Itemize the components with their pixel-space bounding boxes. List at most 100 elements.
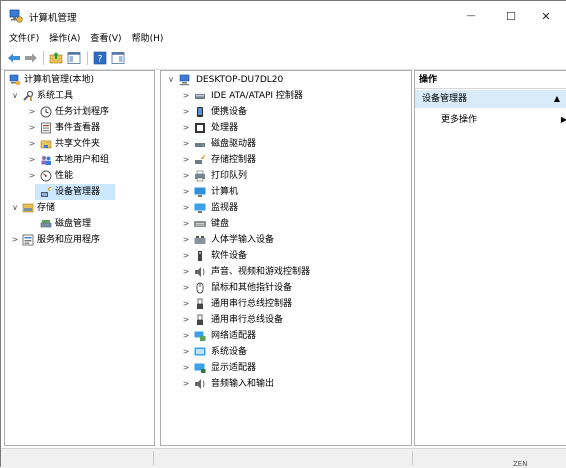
device-category[interactable]: > 音频输入和输出 [163, 376, 411, 392]
chevron-right-icon[interactable]: > [181, 232, 191, 248]
speaker-icon [195, 267, 205, 277]
chevron-down-icon[interactable]: ∨ [10, 200, 20, 216]
computer-management-icon [9, 9, 23, 23]
chevron-right-icon[interactable]: > [181, 312, 191, 328]
chevron-down-icon[interactable]: ∨ [166, 72, 176, 88]
chevron-right-icon[interactable]: > [181, 264, 191, 280]
minimize-button[interactable]: — [451, 1, 491, 31]
device-category[interactable]: > 磁盘驱动器 [163, 136, 411, 152]
computer-icon [179, 74, 190, 86]
maximize-button[interactable]: ☐ [491, 1, 531, 31]
device-category[interactable]: > 软件设备 [163, 248, 411, 264]
device-category[interactable]: > 显示适配器 [163, 360, 411, 376]
close-button[interactable]: ✕ [526, 1, 566, 31]
device-category[interactable]: > 便携设备 [163, 104, 411, 120]
device-category[interactable]: > 声音、视频和游戏控制器 [163, 264, 411, 280]
computer-management-window: 计算机管理 — ☐ ✕ 文件(F) 操作(A) 查看(V) 帮助(H) ? 计算… [0, 0, 566, 468]
window-title: 计算机管理 [29, 13, 77, 24]
monitor-icon [194, 203, 206, 213]
chevron-right-icon[interactable]: > [181, 360, 191, 376]
printer-icon [195, 170, 205, 182]
menu-help[interactable]: 帮助(H) [127, 31, 169, 47]
event-viewer-icon [41, 122, 51, 134]
chevron-right-icon[interactable]: > [27, 136, 37, 152]
tree-node-system-tools[interactable]: ∨ 系统工具 [7, 88, 153, 104]
chevron-right-icon[interactable]: > [181, 184, 191, 200]
tree-node-task-scheduler[interactable]: > 任务计划程序 [7, 104, 153, 120]
show-hide-action-pane-icon[interactable] [111, 51, 125, 65]
tree-node-storage[interactable]: ∨ 存储 [7, 200, 153, 216]
users-icon [41, 156, 51, 165]
actions-section-device-manager[interactable]: 设备管理器 ▲ [415, 90, 566, 108]
actions-header: 操作 [415, 71, 566, 89]
chevron-right-icon[interactable]: > [27, 120, 37, 136]
software-device-icon [198, 251, 202, 261]
processor-icon [195, 123, 205, 133]
tree-node-event-viewer[interactable]: > 事件查看器 [7, 120, 153, 136]
tree-node-shared-folders[interactable]: > 共享文件夹 [7, 136, 153, 152]
more-actions-item[interactable]: 更多操作 ▶ [441, 112, 566, 128]
chevron-right-icon[interactable]: > [27, 168, 37, 184]
device-category[interactable]: > IDE ATA/ATAPI 控制器 [163, 88, 411, 104]
chevron-right-icon[interactable]: > [181, 136, 191, 152]
display-adapter-icon [194, 363, 206, 373]
device-category[interactable]: > 通用串行总线控制器 [163, 296, 411, 312]
chevron-right-icon[interactable]: > [181, 152, 191, 168]
actions-pane: 操作 设备管理器 ▲ 更多操作 ▶ [414, 70, 566, 446]
device-category[interactable]: > 鼠标和其他指针设备 [163, 280, 411, 296]
chevron-right-icon[interactable]: > [27, 104, 37, 120]
title-bar: 计算机管理 — ☐ ✕ [1, 1, 566, 31]
device-category[interactable]: > 处理器 [163, 120, 411, 136]
storage-icon [22, 203, 34, 213]
tree-node-local-users[interactable]: > 本地用户和组 [7, 152, 153, 168]
chevron-right-icon[interactable]: > [181, 216, 191, 232]
chevron-right-icon[interactable]: > [181, 168, 191, 184]
device-category[interactable]: > 通用串行总线设备 [163, 312, 411, 328]
menu-action[interactable]: 操作(A) [44, 31, 85, 47]
menu-view[interactable]: 查看(V) [85, 31, 126, 47]
chevron-right-icon[interactable]: > [181, 328, 191, 344]
chevron-right-icon[interactable]: > [27, 152, 37, 168]
device-category[interactable]: > 计算机 [163, 184, 411, 200]
device-category[interactable]: > 键盘 [163, 216, 411, 232]
chevron-right-icon[interactable]: > [181, 344, 191, 360]
tree-node-performance[interactable]: > 性能 [7, 168, 153, 184]
chevron-right-icon[interactable]: > [181, 120, 191, 136]
device-list-pane: ∨ DESKTOP-DU7DL20 > IDE ATA/ATAPI 控制器 > … [160, 70, 412, 446]
device-category[interactable]: > 监视器 [163, 200, 411, 216]
device-category[interactable]: > 网络适配器 [163, 328, 411, 344]
chevron-right-icon[interactable]: > [181, 88, 191, 104]
back-arrow-icon[interactable] [7, 51, 21, 65]
device-category[interactable]: > 人体学输入设备 [163, 232, 411, 248]
chevron-down-icon[interactable]: ∨ [10, 88, 20, 104]
tree-node-root[interactable]: 计算机管理(本地) [7, 72, 153, 88]
chevron-right-icon[interactable]: > [181, 280, 191, 296]
device-category[interactable]: > 打印队列 [163, 168, 411, 184]
menu-file[interactable]: 文件(F) [1, 31, 44, 47]
up-folder-icon[interactable] [49, 51, 63, 65]
collapse-arrow-icon[interactable]: ▲ [554, 90, 560, 108]
chevron-right-icon[interactable]: > [181, 104, 191, 120]
chevron-right-icon[interactable]: > [10, 232, 20, 248]
network-adapter-icon [194, 331, 206, 341]
device-category[interactable]: > 系统设备 [163, 344, 411, 360]
menu-bar: 文件(F) 操作(A) 查看(V) 帮助(H) [1, 31, 566, 47]
ide-controller-icon [195, 94, 205, 99]
tree-node-device-manager[interactable]: 设备管理器 [35, 184, 115, 200]
clock-icon [40, 106, 52, 118]
tree-node-disk-management[interactable]: 磁盘管理 [7, 216, 153, 232]
chevron-right-icon[interactable]: > [181, 248, 191, 264]
forward-arrow-icon[interactable] [24, 51, 38, 65]
tree-node-services[interactable]: > 服务和应用程序 [7, 232, 153, 248]
chevron-right-icon[interactable]: > [181, 296, 191, 312]
show-hide-tree-icon[interactable] [67, 51, 81, 65]
device-category[interactable]: > 存储控制器 [163, 152, 411, 168]
device-tree-root[interactable]: ∨ DESKTOP-DU7DL20 [163, 72, 411, 88]
chevron-right-icon[interactable]: > [181, 200, 191, 216]
performance-icon [40, 170, 52, 182]
audio-io-icon [195, 379, 205, 389]
device-manager-icon [41, 186, 52, 197]
usb-icon [197, 298, 203, 309]
chevron-right-icon[interactable]: > [181, 376, 191, 392]
help-icon[interactable]: ? [93, 51, 107, 65]
